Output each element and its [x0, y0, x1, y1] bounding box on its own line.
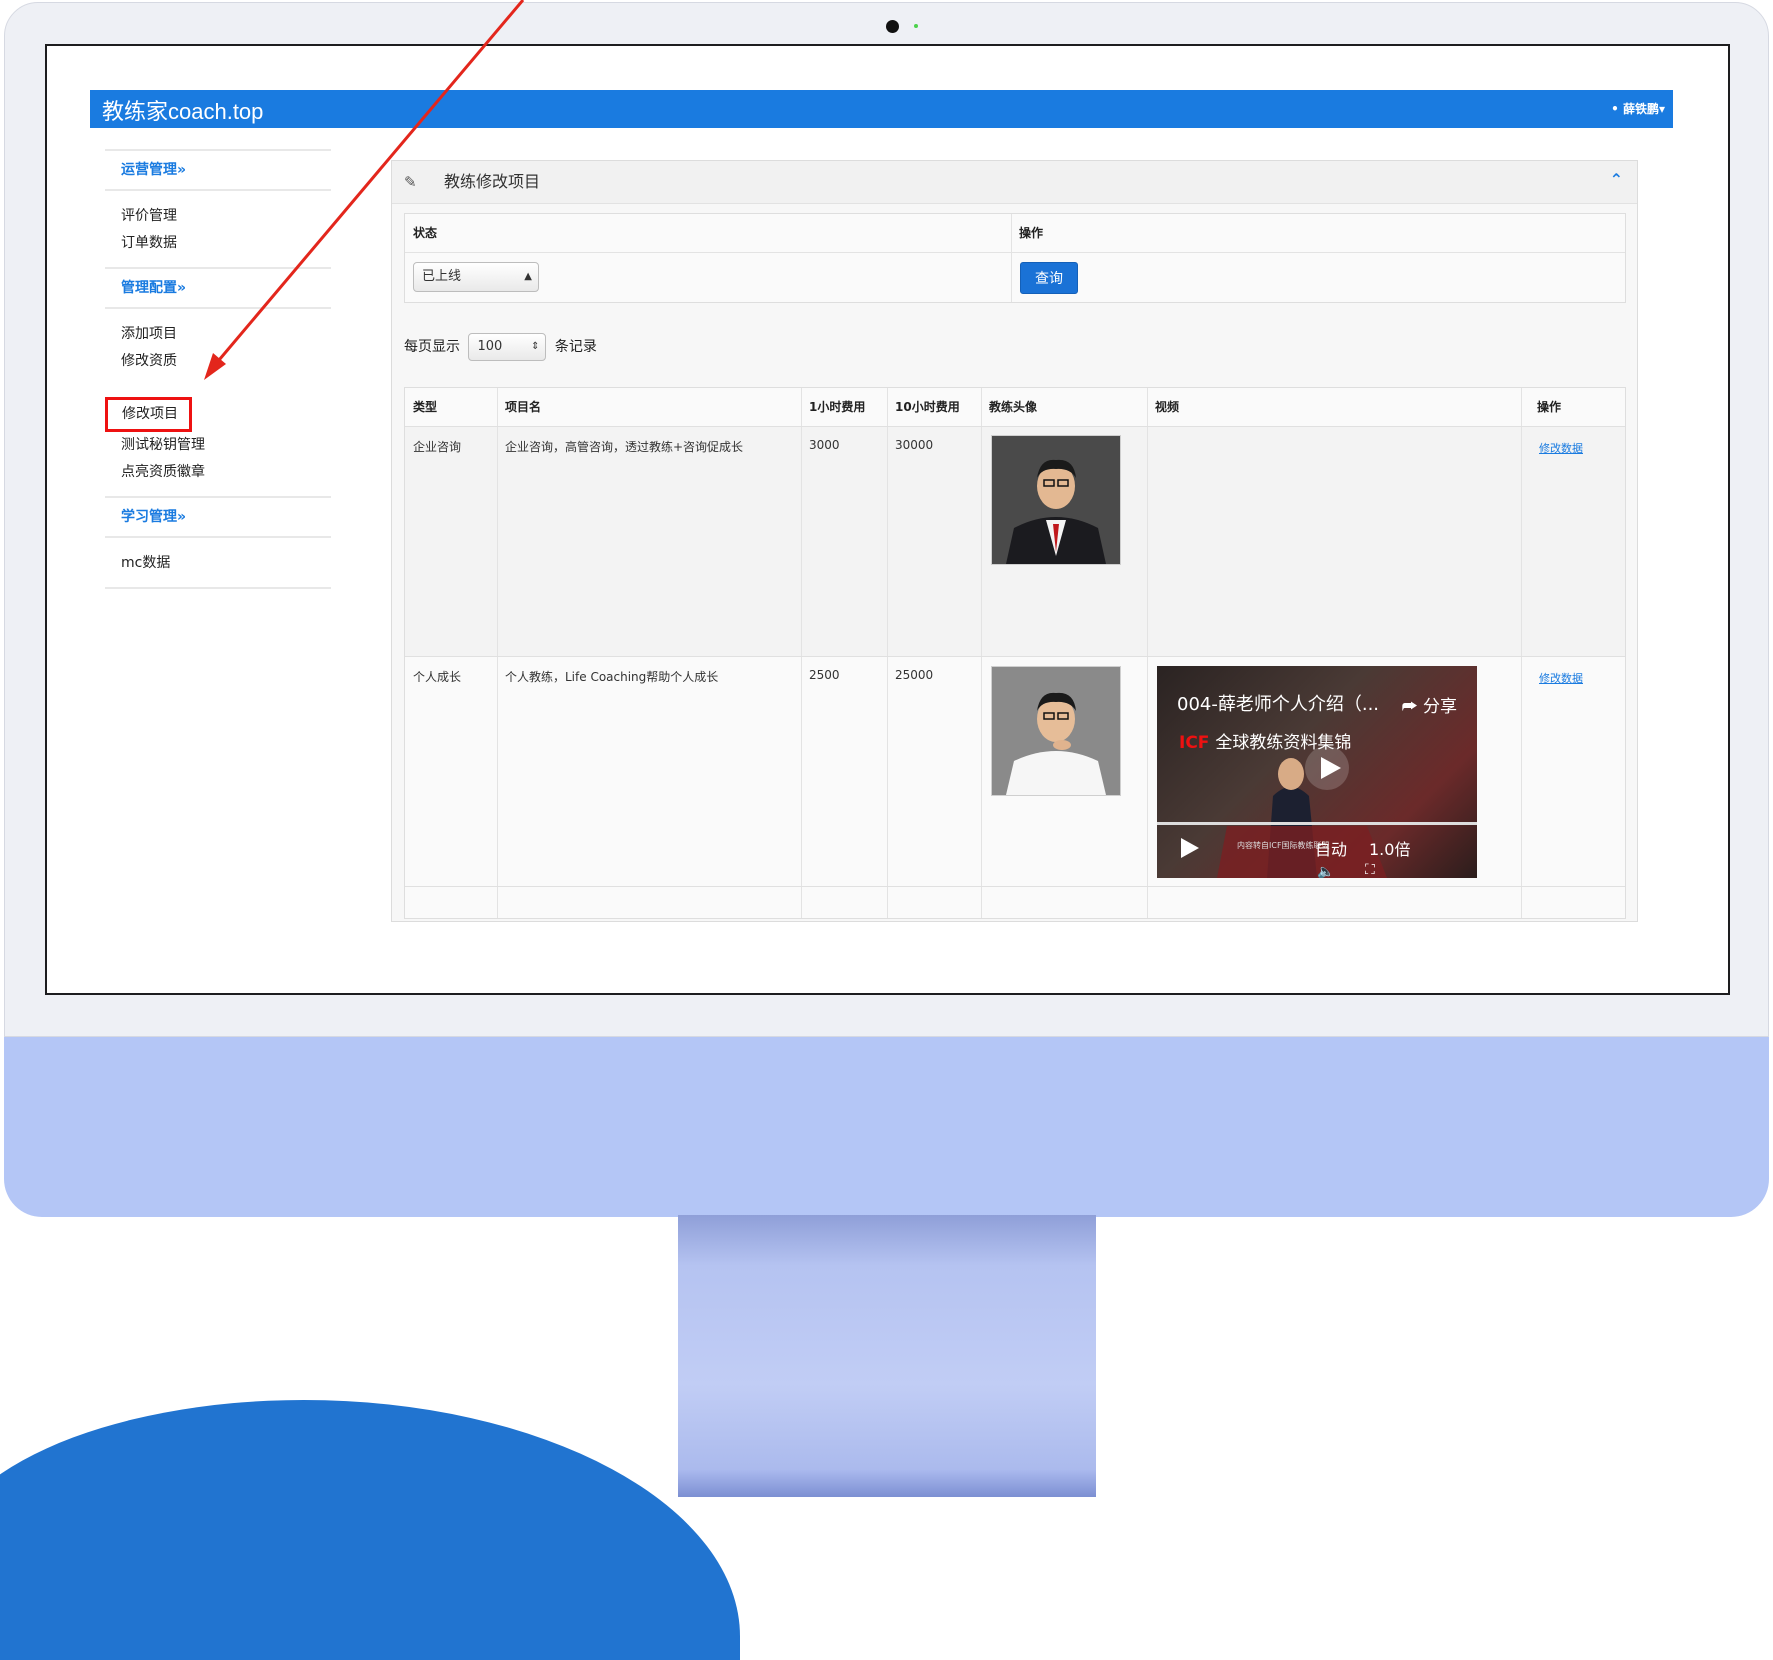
annotation-arrow — [204, 0, 525, 380]
